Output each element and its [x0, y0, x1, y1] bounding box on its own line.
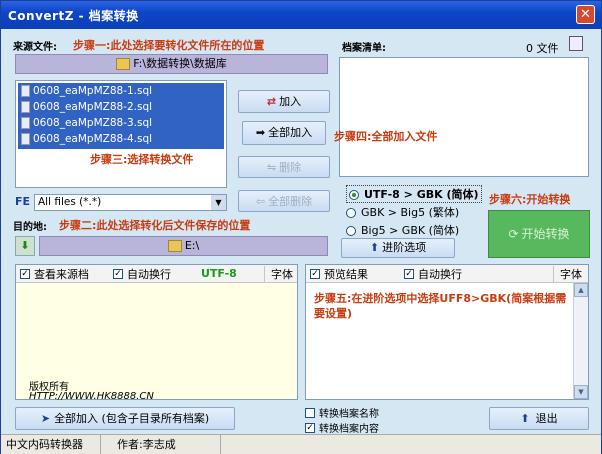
arrow-right-icon: ➡ [255, 126, 266, 139]
checkbox[interactable]: ✓ [404, 268, 414, 279]
radio-icon [349, 190, 359, 200]
checkbox[interactable] [305, 407, 315, 418]
status-bar: 中文内码转换器 作者:李志成 [1, 434, 601, 454]
step2-hint: 步骤二:此处选择转化后文件保存的位置 [59, 219, 251, 232]
arrow-up-icon: ⬆ [369, 241, 380, 254]
list-item[interactable]: 0608_eaMpMZ88-3.sql [18, 115, 224, 131]
delete-button[interactable]: ⇋ 删除 [238, 156, 330, 178]
step6-hint: 步骤六:开始转换 [489, 193, 571, 206]
source-preview-panel: ✓ 查看来源档 ✓ 自动换行 UTF-8 字体 版权所有 HTTP://WWW.HK… [15, 264, 298, 402]
list-item[interactable]: 0608_eaMpMZ88-1.sql [18, 83, 224, 99]
dest-path: E:\ [184, 239, 200, 252]
close-button[interactable]: ✕ [576, 5, 595, 24]
list-item[interactable]: 0608_eaMpMZ88-2.sql [18, 99, 224, 115]
filter-label: FE [15, 195, 31, 208]
add-all-subdirs-button[interactable]: ➤ 全部加入 (包含子目录所有档案) [15, 407, 235, 430]
chevron-down-icon[interactable]: ▼ [211, 195, 226, 210]
checkbox[interactable]: ✓ [113, 268, 123, 279]
radio-icon [346, 208, 356, 218]
add-all-button[interactable]: ➡ 全部加入 [242, 121, 326, 145]
font-button[interactable]: 字体 [553, 265, 582, 282]
vertical-scrollbar[interactable]: ▲ ▼ [573, 283, 588, 399]
arrow-left-icon: ⇦ [255, 195, 266, 208]
preview-result-checkbox: 预览结果 [324, 267, 368, 281]
list-label: 档案清单: [342, 43, 386, 54]
source-file-list[interactable]: 0608_eaMpMZ88-1.sql 0608_eaMpMZ88-2.sql … [15, 80, 227, 188]
file-queue-list[interactable]: 步骤四:全部加入文件 [334, 57, 589, 177]
window: ConvertZ - 档案转换 ✕ 来源文件: 步骤一:此处选择要转化文件所在的… [0, 0, 602, 454]
folder-icon [167, 240, 182, 252]
source-path: F:\数据转换\数据库 [133, 57, 227, 70]
dest-path-bar[interactable]: E:\ [39, 236, 328, 256]
checkbox[interactable]: ✓ [305, 422, 315, 433]
font-button[interactable]: 字体 [264, 265, 293, 282]
file-icon [21, 117, 30, 129]
filter-select[interactable]: All files (*.*) ▼ [34, 194, 227, 211]
source-path-bar[interactable]: F:\数据转换\数据库 [15, 54, 328, 74]
checkbox[interactable]: ✓ [20, 268, 30, 279]
radio-icon [346, 226, 356, 236]
watermark-url: HTTP://WWW.HK8888.CN [29, 391, 154, 402]
file-icon [21, 101, 30, 113]
folder-icon [116, 58, 131, 70]
rename-option[interactable]: 转换档案名称 [305, 405, 379, 420]
content-option[interactable]: ✓ 转换档案内容 [305, 420, 379, 435]
add-icon: ⇄ [266, 95, 277, 108]
delete-all-button[interactable]: ⇦ 全部删除 [238, 190, 330, 212]
wordwrap-right-checkbox: 自动换行 [418, 267, 462, 281]
scroll-up-icon[interactable]: ▲ [574, 283, 588, 297]
step5-hint: 步骤五:在进阶选项中选择UFF8>GBK(简案根据需要设置) [314, 292, 567, 320]
start-convert-button[interactable]: ⟳ 开始转换 [488, 210, 590, 258]
source-preview-text[interactable]: 版权所有 HTTP://WWW.HK8888.CN [16, 283, 297, 402]
file-icon [21, 133, 30, 145]
option-gbk-big5[interactable]: GBK > Big5 (繁体) [346, 204, 459, 220]
encoding-label: UTF-8 [201, 267, 237, 280]
file-items: 0608_eaMpMZ88-1.sql 0608_eaMpMZ88-2.sql … [18, 83, 224, 147]
title-bar[interactable]: ConvertZ - 档案转换 ✕ [1, 1, 601, 29]
exit-icon: ⬆ [520, 412, 530, 425]
scroll-down-icon[interactable]: ▼ [574, 385, 588, 399]
result-preview-panel: ✓ 预览结果 ✓ 自动换行 字体 步骤五:在进阶选项中选择UFF8>GBK(简案根据… [305, 264, 589, 400]
view-source-checkbox: 查看来源档 [34, 267, 89, 281]
delete-icon: ⇋ [266, 161, 277, 174]
step3-hint: 步骤三:选择转换文件 [90, 153, 194, 166]
settings-icon[interactable] [569, 36, 583, 51]
source-preview-header: ✓ 查看来源档 ✓ 自动换行 UTF-8 字体 [16, 265, 297, 283]
list-item[interactable]: 0608_eaMpMZ88-4.sql [18, 131, 224, 147]
step4-hint: 步骤四:全部加入文件 [334, 130, 438, 143]
checkbox[interactable]: ✓ [310, 268, 320, 279]
result-preview-header: ✓ 预览结果 ✓ 自动换行 字体 [306, 265, 588, 283]
play-icon: ➤ [40, 412, 51, 425]
status-author: 作者:李志成 [101, 435, 221, 454]
option-utf8-gbk[interactable]: UTF-8 > GBK (简体) [346, 185, 482, 203]
result-preview-text[interactable]: 步骤五:在进阶选项中选择UFF8>GBK(简案根据需要设置) ▲ ▼ [306, 283, 588, 399]
arrow-down-icon[interactable]: ⬇ [15, 236, 35, 256]
file-count: 0 文件 [526, 42, 559, 55]
add-button[interactable]: ⇄ 加入 [238, 90, 330, 113]
status-app-name: 中文内码转换器 [1, 435, 101, 454]
window-title: ConvertZ - 档案转换 [8, 9, 139, 23]
option-big5-gbk[interactable]: Big5 > GBK (简体) [346, 222, 459, 238]
advanced-options-button[interactable]: ⬆ 进阶选项 [341, 238, 455, 258]
source-label: 来源文件: [13, 42, 57, 53]
exit-button[interactable]: ⬆ 退出 [489, 407, 589, 430]
file-icon [21, 85, 30, 97]
dest-label: 目的地: [13, 222, 47, 233]
wordwrap-left-checkbox: 自动换行 [127, 267, 171, 281]
refresh-icon: ⟳ [508, 227, 519, 241]
step1-hint: 步骤一:此处选择要转化文件所在的位置 [73, 39, 265, 52]
